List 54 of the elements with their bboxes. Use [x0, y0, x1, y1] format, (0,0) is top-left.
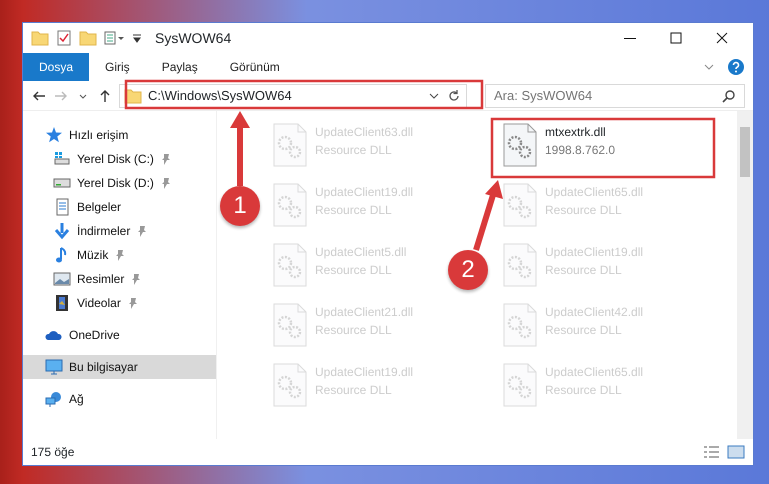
file-item[interactable]: mtxextrk.dll 1998.8.762.0 [497, 119, 622, 171]
sidebar-item[interactable]: Müzik [23, 243, 216, 267]
details-view-icon[interactable] [703, 445, 721, 459]
scrollbar-thumb[interactable] [740, 127, 750, 177]
address-bar[interactable]: C:\Windows\SysWOW64 [119, 84, 467, 108]
pin-icon [114, 249, 126, 261]
file-detail: 1998.8.762.0 [545, 142, 616, 159]
sidebar-item[interactable]: Yerel Disk (C:) [23, 147, 216, 171]
dll-file-icon [503, 243, 537, 287]
ribbon-tab[interactable]: Paylaş [146, 53, 214, 81]
pin-icon [136, 225, 148, 237]
pin-icon [130, 273, 142, 285]
dll-file-icon [503, 123, 537, 167]
dll-file-icon [503, 303, 537, 347]
sidebar-item[interactable]: Bu bilgisayar [23, 355, 216, 379]
network-icon [45, 390, 63, 408]
dll-file-icon [273, 123, 307, 167]
computer-icon [45, 358, 63, 376]
ribbon-tab[interactable]: Görünüm [214, 53, 296, 81]
pin-icon [160, 177, 172, 189]
scrollbar[interactable] [737, 111, 753, 439]
ribbon-tab[interactable]: Dosya [23, 53, 90, 81]
properties-icon[interactable] [55, 29, 73, 47]
address-path: C:\Windows\SysWOW64 [148, 86, 292, 105]
window-title: SysWOW64 [155, 28, 232, 48]
star-icon [45, 126, 63, 144]
maximize-icon [668, 30, 684, 46]
pin-icon [126, 297, 139, 309]
download-icon [53, 222, 71, 240]
file-name: mtxextrk.dll [545, 124, 607, 141]
ribbon-tab[interactable]: Giriş [89, 53, 146, 81]
sidebar-item[interactable]: Ağ [23, 387, 216, 411]
pin-icon [160, 153, 172, 165]
dll-file-icon [273, 303, 307, 347]
sidebar-item[interactable]: OneDrive [23, 323, 216, 347]
help-icon[interactable] [727, 58, 745, 76]
sidebar-item[interactable]: Yerel Disk (D:) [23, 171, 216, 195]
sidebar-item[interactable]: Videolar [23, 291, 216, 315]
film-icon [53, 294, 71, 312]
dll-file-icon [503, 363, 537, 407]
dll-file-icon [503, 183, 537, 227]
sidebar-item[interactable]: Hızlı erişim [23, 123, 216, 147]
picture-icon [53, 270, 71, 288]
list-dropdown-icon[interactable] [103, 29, 125, 47]
sidebar-item[interactable]: Belgeler [23, 195, 216, 219]
dll-file-icon [273, 243, 307, 287]
item-count: 175 öğe [31, 444, 74, 461]
large-icons-view-icon[interactable] [727, 445, 745, 459]
sidebar-item[interactable]: Resimler [23, 267, 216, 291]
dll-file-icon [273, 183, 307, 227]
dll-file-icon [273, 363, 307, 407]
annotation-arrow [473, 180, 503, 251]
close-icon [714, 30, 730, 46]
sidebar-item[interactable]: İndirmeler [23, 219, 216, 243]
